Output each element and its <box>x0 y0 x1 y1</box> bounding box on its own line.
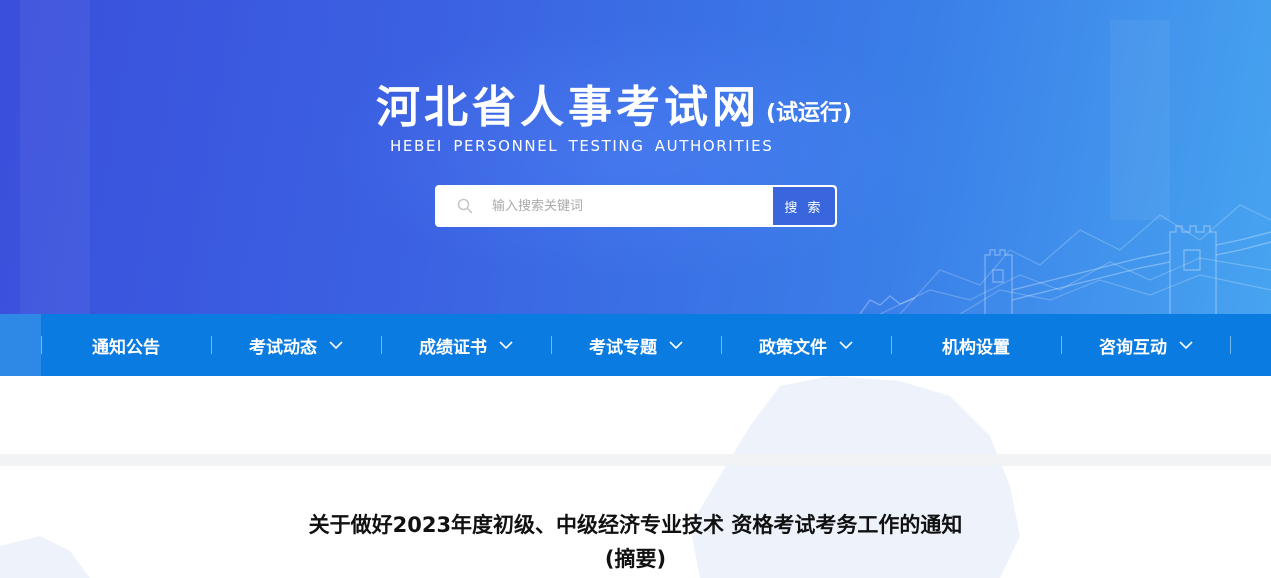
search-input[interactable] <box>490 186 764 226</box>
chevron-down-icon <box>1179 341 1193 350</box>
article-title-line1: 关于做好2023年度初级、中级经济专业技术 资格考试考务工作的通知 <box>308 513 963 537</box>
site-title: 河北省人事考试网 (试运行) <box>376 76 852 136</box>
site-subtitle: HEBEI PERSONNEL TESTING AUTHORITIES <box>390 137 774 155</box>
nav-item-exam-news[interactable]: 考试动态 <box>211 314 381 376</box>
nav-item-notices[interactable]: 通知公告 <box>41 314 211 376</box>
nav-item-label: 咨询互动 <box>1099 337 1167 358</box>
article-title-line2: (摘要) <box>604 547 667 571</box>
search-bar: 搜 索 <box>435 185 837 227</box>
chevron-down-icon <box>329 341 343 350</box>
nav-item-label: 考试动态 <box>249 337 317 358</box>
search-button[interactable]: 搜 索 <box>772 186 836 226</box>
search-icon <box>457 198 473 214</box>
nav-item-organization[interactable]: 机构设置 <box>891 314 1061 376</box>
nav-item-label: 通知公告 <box>92 337 160 358</box>
content-divider <box>0 454 1271 466</box>
trial-run-label: (试运行) <box>766 101 853 126</box>
nav-item-exam-topics[interactable]: 考试专题 <box>551 314 721 376</box>
nav-left-edge <box>0 314 41 376</box>
main-nav: 通知公告 考试动态 成绩证书 考试专题 政策文件 机构设置 咨询互动 <box>0 314 1271 376</box>
nav-item-label: 政策文件 <box>759 337 827 358</box>
chevron-down-icon <box>839 341 853 350</box>
article-title: 关于做好2023年度初级、中级经济专业技术 资格考试考务工作的通知 (摘要) <box>0 508 1271 576</box>
chevron-down-icon <box>669 341 683 350</box>
nav-item-label: 机构设置 <box>942 337 1010 358</box>
nav-item-policy-documents[interactable]: 政策文件 <box>721 314 891 376</box>
great-wall-illustration <box>20 0 1271 314</box>
nav-item-scores-certificates[interactable]: 成绩证书 <box>381 314 551 376</box>
nav-item-label: 成绩证书 <box>419 337 487 358</box>
nav-item-consultation[interactable]: 咨询互动 <box>1061 314 1231 376</box>
site-title-text: 河北省人事考试网 <box>376 82 760 133</box>
nav-item-label: 考试专题 <box>589 337 657 358</box>
header-banner: 河北省人事考试网 (试运行) HEBEI PERSONNEL TESTING A… <box>0 0 1271 314</box>
chevron-down-icon <box>499 341 513 350</box>
